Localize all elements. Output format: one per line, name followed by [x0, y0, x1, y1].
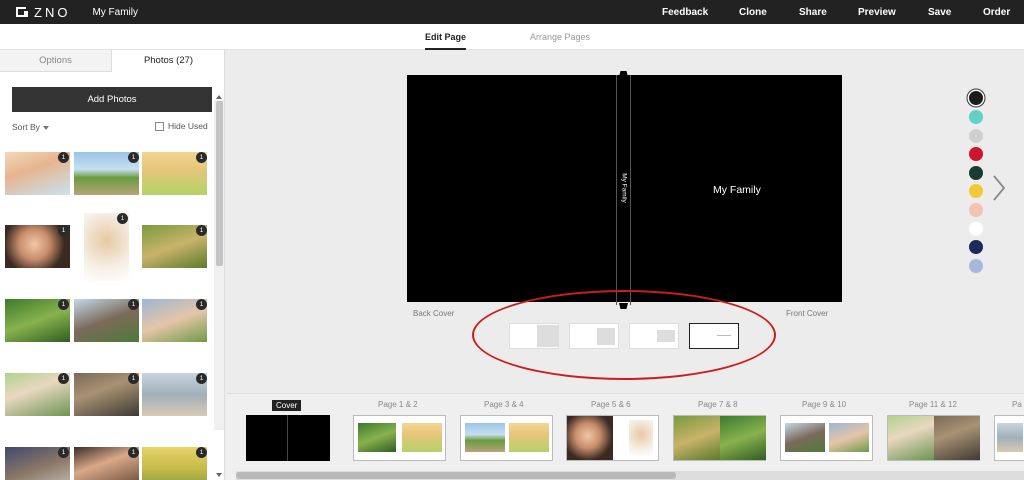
caret-down-icon [42, 125, 49, 130]
clone-button[interactable]: Clone [739, 7, 767, 18]
share-button[interactable]: Share [799, 7, 827, 18]
hide-used-label: Hide Used [168, 121, 208, 131]
sort-by-dropdown[interactable]: Sort By [12, 122, 49, 132]
page-thumb-photo [402, 423, 442, 452]
page-thumb-photo [997, 423, 1023, 452]
usage-badge: 1 [128, 373, 139, 384]
photo-scrollbar-thumb[interactable] [216, 101, 223, 266]
page-thumb-5-6[interactable] [566, 415, 659, 461]
cover-page-label: Cover [272, 400, 302, 411]
color-swatch-yellow[interactable] [969, 184, 983, 198]
feedback-button[interactable]: Feedback [662, 7, 708, 18]
thumb-spine-line [287, 415, 288, 461]
page-thumb-photo [465, 423, 505, 452]
color-swatch-dark-green[interactable] [969, 166, 983, 180]
usage-badge: 1 [58, 152, 69, 163]
page-thumb-photo [720, 416, 766, 460]
chevron-right-icon[interactable] [992, 174, 1006, 202]
page-thumb-9-10[interactable] [780, 415, 873, 461]
spine-right-edge [630, 75, 631, 305]
usage-badge: 1 [196, 225, 207, 236]
scroll-down-icon[interactable] [216, 473, 222, 477]
scroll-up-icon[interactable] [216, 95, 222, 99]
add-photos-button[interactable]: Add Photos [12, 87, 212, 112]
usage-badge: 1 [58, 373, 69, 384]
photo-grid: 1 1 1 1 1 1 1 1 1 1 1 1 1 1 1 [0, 147, 212, 480]
logo-text: ZNO [34, 4, 71, 20]
order-button[interactable]: Order [983, 7, 1010, 18]
page-thumb-photo [888, 416, 934, 460]
top-bar: ZNO My Family Feedback Clone Share Previ… [0, 0, 1024, 24]
zno-logo-icon [16, 7, 28, 17]
usage-badge: 1 [128, 299, 139, 310]
page-thumb-photo [674, 416, 720, 460]
page-thumb-photo [829, 423, 869, 452]
project-title[interactable]: My Family [92, 7, 138, 18]
page-thumb-photo [934, 416, 980, 460]
page-thumb-partial[interactable] [994, 415, 1024, 461]
spine-title[interactable]: My Family [621, 173, 628, 203]
color-swatch-red[interactable] [969, 147, 983, 161]
front-cover-label: Front Cover [786, 309, 829, 318]
color-swatch-navy[interactable] [969, 240, 983, 254]
color-swatch-white[interactable] [969, 222, 983, 236]
highlight-ellipse [472, 290, 776, 380]
filmstrip-scrollbar-thumb[interactable] [236, 472, 676, 479]
page-label-partial: Pa [1012, 400, 1022, 409]
spine-left-edge [616, 75, 617, 305]
usage-badge: 1 [58, 299, 69, 310]
page-thumb-photo [785, 423, 825, 452]
mode-bar: Edit Page Arrange Pages [0, 24, 1024, 50]
save-button[interactable]: Save [928, 7, 951, 18]
zno-logo[interactable]: ZNO [16, 5, 70, 20]
usage-badge: 1 [117, 213, 128, 224]
tab-options[interactable]: Options [0, 50, 112, 72]
front-cover-title[interactable]: My Family [713, 184, 761, 196]
page-thumb-photo [567, 416, 613, 460]
page-thumb-photo [358, 423, 396, 452]
usage-badge: 1 [196, 447, 207, 458]
panel-tabs: Options Photos (27) [0, 50, 224, 72]
spine-top-cap [619, 71, 628, 77]
color-swatch-lavender[interactable] [969, 259, 983, 273]
page-thumb-11-12[interactable] [887, 415, 980, 461]
hide-used-checkbox[interactable] [155, 121, 164, 131]
usage-badge: 1 [196, 152, 207, 163]
photos-panel: Options Photos (27) Add Photos Sort By H… [0, 50, 225, 480]
page-thumb-photo [629, 420, 653, 456]
sort-by-label: Sort By [12, 122, 40, 132]
color-swatch-pink[interactable] [969, 203, 983, 217]
usage-badge: 1 [58, 225, 69, 236]
tab-edit-page[interactable]: Edit Page [425, 32, 467, 50]
page-thumb-photo [509, 423, 549, 452]
page-thumb-3-4[interactable] [460, 415, 553, 461]
hide-used-toggle[interactable]: Hide Used [155, 121, 208, 131]
color-swatch-teal[interactable] [969, 110, 983, 124]
usage-badge: 1 [196, 373, 207, 384]
page-thumb-cover[interactable] [246, 415, 330, 461]
back-cover-label: Back Cover [413, 309, 455, 318]
tab-arrange-pages[interactable]: Arrange Pages [530, 32, 590, 42]
page-label: Page 1 & 2 [378, 400, 418, 409]
preview-button[interactable]: Preview [858, 7, 896, 18]
page-thumb-7-8[interactable] [673, 415, 766, 461]
usage-badge: 1 [128, 447, 139, 458]
usage-badge: 1 [128, 152, 139, 163]
page-thumb-1-2[interactable] [353, 415, 446, 461]
usage-badge: 1 [58, 447, 69, 458]
page-label: Page 11 & 12 [909, 400, 957, 409]
tab-photos[interactable]: Photos (27) [112, 50, 224, 72]
page-label: Page 9 & 10 [802, 400, 847, 409]
page-label: Page 5 & 6 [591, 400, 631, 409]
page-label: Page 3 & 4 [484, 400, 524, 409]
color-swatch-black[interactable] [969, 91, 983, 105]
page-label: Page 7 & 8 [698, 400, 738, 409]
usage-badge: 1 [196, 299, 207, 310]
color-swatch-gray[interactable] [969, 129, 983, 143]
